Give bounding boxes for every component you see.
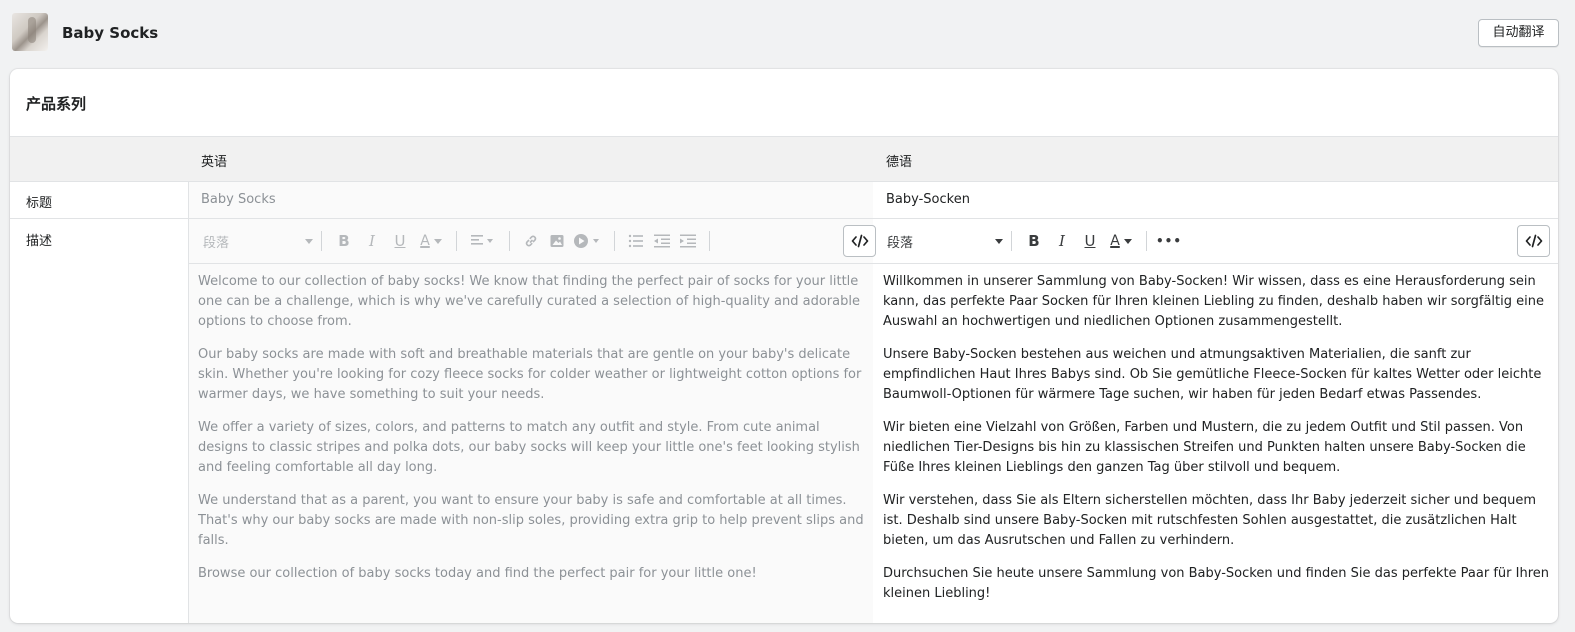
more-options-button[interactable]: •••: [1155, 229, 1183, 253]
align-icon: [465, 229, 501, 253]
source-language-header: 英语: [201, 155, 228, 170]
outdent-icon: [649, 229, 675, 253]
card-title: 产品系列: [26, 95, 87, 113]
toolbar-divider: [614, 231, 615, 251]
source-description-content: Welcome to our collection of baby socks!…: [189, 264, 873, 623]
source-html-code-button: [843, 225, 876, 257]
top-bar: Baby Socks 自动翻译: [0, 0, 1575, 66]
underline-button[interactable]: U: [1076, 229, 1104, 253]
chevron-down-icon: [305, 238, 313, 244]
source-paragraph: We offer a variety of sizes, colors, and…: [198, 420, 860, 475]
paragraph-format-select[interactable]: 段落: [887, 229, 1003, 253]
italic-button: I: [369, 232, 375, 250]
translation-card: 产品系列 英语 德语 标题 Baby Socks Baby-Socken 描述 …: [10, 69, 1558, 623]
product-thumbnail: [12, 13, 48, 51]
italic-button[interactable]: I: [1048, 229, 1076, 253]
underline-button: U: [394, 232, 406, 250]
code-icon: [851, 234, 868, 248]
link-icon: [518, 229, 544, 253]
source-paragraph: Our baby socks are made with soft and br…: [198, 347, 862, 402]
code-icon: [1525, 234, 1542, 248]
target-description-content[interactable]: Willkommen in unserer Sammlung von Baby-…: [873, 264, 1558, 623]
target-paragraph: Wir verstehen, dass Sie als Eltern siche…: [883, 493, 1537, 548]
indent-icon: [675, 229, 701, 253]
toolbar-divider: [321, 231, 322, 251]
target-title-field[interactable]: Baby-Socken: [873, 182, 1558, 218]
paragraph-format-select: 段落: [203, 229, 313, 253]
target-paragraph: Willkommen in unserer Sammlung von Baby-…: [883, 274, 1544, 329]
title-row-label: 标题: [26, 196, 53, 211]
target-editor-toolbar: 段落 B I U A •••: [873, 219, 1558, 264]
description-row-label: 描述: [26, 234, 53, 249]
source-paragraph: We understand that as a parent, you want…: [198, 493, 864, 548]
column-header-row: 英语 德语: [10, 136, 1558, 182]
target-paragraph: Wir bieten eine Vielzahl von Größen, Far…: [883, 420, 1526, 475]
target-language-header: 德语: [886, 155, 913, 170]
source-editor-toolbar: 段落 B I U A: [189, 219, 873, 264]
chevron-down-icon: [995, 238, 1003, 244]
target-paragraph: Unsere Baby-Socken bestehen aus weichen …: [883, 347, 1542, 402]
bullet-list-icon: [623, 229, 649, 253]
bold-button: B: [338, 232, 350, 250]
source-paragraph: Browse our collection of baby socks toda…: [198, 566, 757, 581]
target-html-code-button[interactable]: [1517, 225, 1550, 257]
source-paragraph: Welcome to our collection of baby socks!…: [198, 274, 860, 329]
text-color-button: A: [414, 229, 448, 253]
description-row: 描述 段落 B I U A Welcome to our collection …: [10, 219, 1558, 623]
target-description-editor[interactable]: 段落 B I U A ••• Willkommen in unserer Sam…: [873, 219, 1558, 623]
toolbar-divider: [1146, 231, 1147, 251]
product-title: Baby Socks: [62, 24, 159, 42]
toolbar-divider: [709, 231, 710, 251]
target-paragraph: Durchsuchen Sie heute unsere Sammlung vo…: [883, 566, 1550, 601]
toolbar-divider: [509, 231, 510, 251]
source-description-editor: 段落 B I U A Welcome to our collection of …: [188, 219, 876, 623]
video-icon: [570, 229, 606, 253]
text-color-button[interactable]: A: [1104, 229, 1138, 253]
source-title-field: Baby Socks: [188, 182, 873, 218]
image-icon: [544, 229, 570, 253]
toolbar-divider: [456, 231, 457, 251]
auto-translate-button[interactable]: 自动翻译: [1478, 19, 1559, 47]
title-row: 标题 Baby Socks Baby-Socken: [10, 182, 1558, 219]
bold-button[interactable]: B: [1020, 229, 1048, 253]
toolbar-divider: [1011, 231, 1012, 251]
